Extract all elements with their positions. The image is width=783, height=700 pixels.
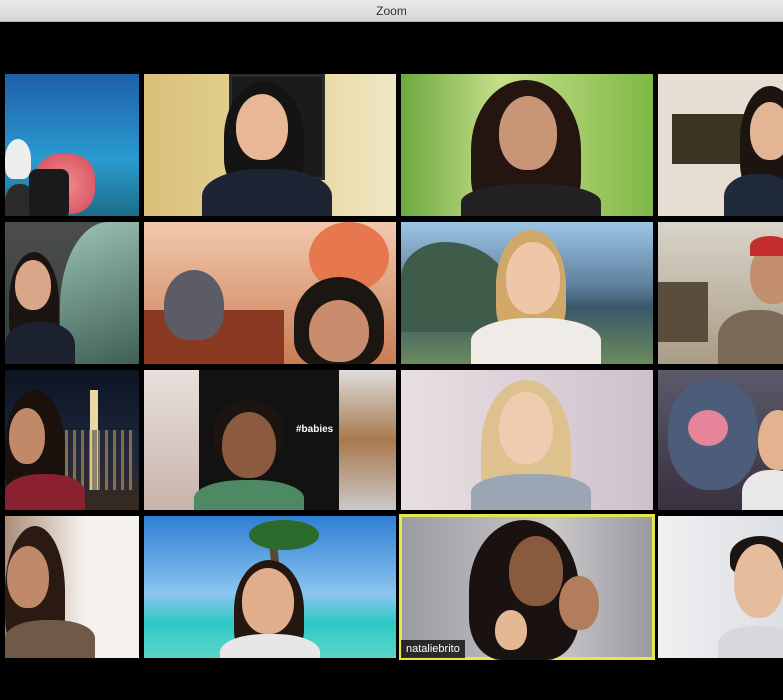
participant-face [222,412,276,478]
baby-photos-right [339,370,396,510]
participant-head [5,139,31,179]
participant-face [750,102,783,160]
participant-face [242,568,294,634]
video-tile[interactable] [658,74,783,216]
palm-leaves [249,520,319,550]
mountain-background [401,242,511,332]
participant-face [499,96,557,170]
video-tile[interactable] [5,370,139,510]
participant-body [461,184,601,216]
participant-body [220,634,320,658]
participant-body [5,322,75,364]
participant-face [309,300,369,362]
video-tile[interactable] [658,516,783,658]
participant-face [7,546,49,608]
video-tile[interactable] [658,222,783,364]
participant-body [202,169,332,216]
video-tile[interactable]: #babies [144,370,396,510]
video-tile[interactable] [5,516,139,658]
participant-name-tag: nataliebrito [401,640,465,658]
video-tile[interactable] [144,74,396,216]
headphones [750,236,783,256]
participant-body [471,474,591,510]
furniture [658,282,708,342]
baby-photos-left [144,370,199,510]
participant-face [15,260,51,310]
participant-face [499,392,553,464]
participant-body [742,470,783,510]
video-tile[interactable] [401,370,653,510]
video-tile[interactable] [401,222,653,364]
rat-nose [688,410,728,446]
participant-body [724,174,783,216]
active-speaker-tile[interactable]: nataliebrito [399,514,655,660]
rat-figure [164,270,224,340]
video-tile[interactable] [5,74,139,216]
participant-body [718,310,783,364]
babies-caption: #babies [296,424,334,435]
participant-face [9,408,45,464]
participant-face [509,536,563,606]
participant-body [718,626,783,658]
video-tile[interactable] [658,370,783,510]
baby-face [495,610,527,650]
participant-body [194,480,304,510]
video-tile[interactable] [144,222,396,364]
participant-face [734,544,783,618]
participant-face [236,94,288,160]
participant-body [5,620,95,658]
video-tile[interactable] [401,74,653,216]
title-bar: Zoom [0,0,783,22]
video-tile[interactable] [5,222,139,364]
video-tile[interactable] [144,516,396,658]
participant-face [506,242,560,314]
participant-body [5,474,85,510]
window-title: Zoom [376,4,407,18]
second-face [559,576,599,630]
chair [29,169,69,216]
participant-face [758,410,783,470]
participant-body [471,318,601,364]
